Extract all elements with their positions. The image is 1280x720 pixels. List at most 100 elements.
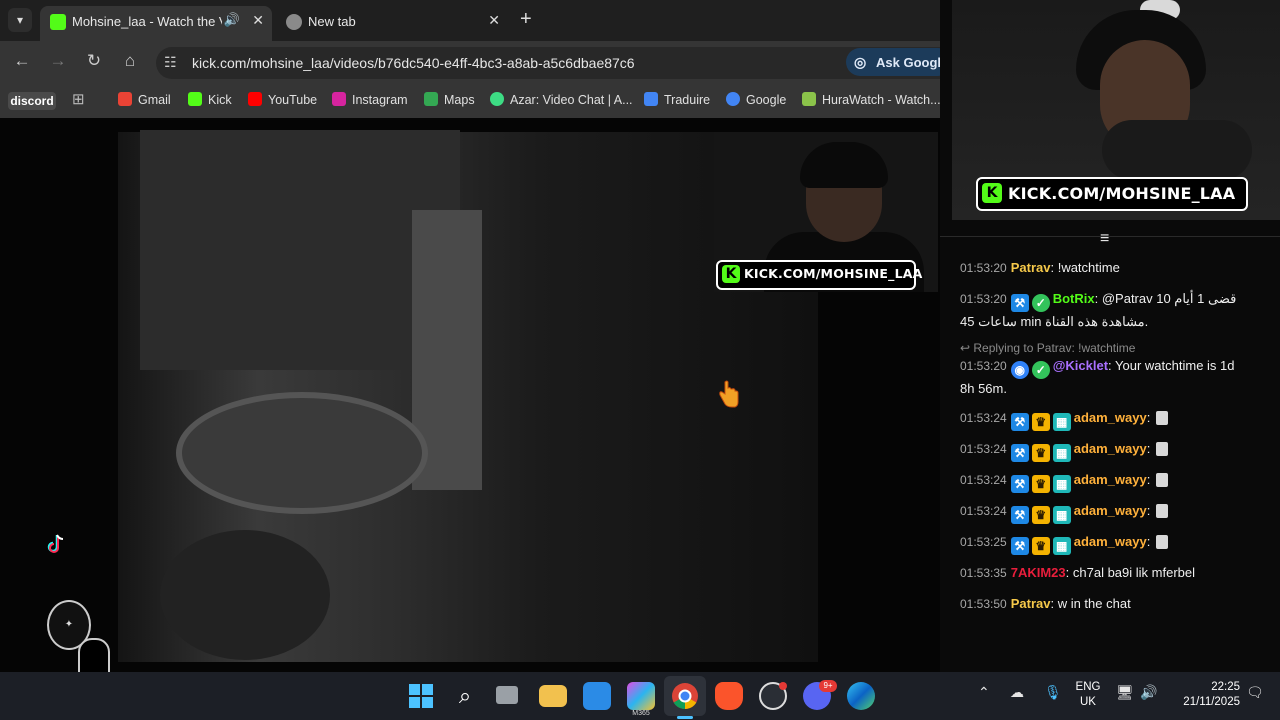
network-icon[interactable]: 🖥 [1116, 684, 1134, 701]
clock-date: 21/11/2025 [1183, 696, 1240, 708]
notifications-icon[interactable]: 🗨 [1246, 684, 1264, 701]
kick-favicon-icon [50, 14, 66, 30]
hurawatch-icon [802, 92, 816, 106]
crown-badge-icon: ♛ [1031, 537, 1050, 555]
bookmark-azar[interactable]: Azar: Video Chat | A... [490, 92, 633, 107]
bookmark-instagram[interactable]: Instagram [332, 92, 408, 107]
apps-grid-icon[interactable]: ⊞ [72, 90, 85, 108]
clock-time: 22:25 [1211, 681, 1240, 693]
chat-message: 01:53:20 ⚒ ✓ BotRix: @Patrav 10 قضى 1 أيام … [960, 291, 1237, 329]
bookmark-gmail[interactable]: Gmail [118, 92, 171, 107]
speaker-icon[interactable]: 🔊 [224, 12, 240, 28]
bookmark-kick[interactable]: Kick [188, 92, 232, 107]
input-language[interactable]: ENG UK [1072, 680, 1104, 710]
tab-title: New tab [308, 14, 356, 29]
reply-context: ↩ Replying to Patrav: !watchtime [960, 341, 1136, 355]
subscriber-badge-icon: ▦ [1052, 444, 1071, 462]
bookmark-google[interactable]: Google [726, 92, 786, 107]
tab-search-button[interactable]: ▾ [8, 8, 32, 32]
task-view-icon[interactable] [496, 686, 518, 704]
emote-icon [1155, 535, 1168, 549]
kick-url-text: KICK.COM/MOHSINE_LAA [1008, 184, 1236, 203]
tab-bar: ▾ Mohsine_laa - Watch the VOD 🔊 ✕ New ta… [0, 0, 952, 41]
chrome-icon[interactable] [671, 682, 699, 710]
file-explorer-icon[interactable] [539, 685, 567, 707]
tab-close-icon[interactable]: ✕ [488, 12, 500, 29]
chat-username[interactable]: @Kicklet [1053, 358, 1108, 373]
chrome-favicon-icon [286, 14, 302, 30]
new-tab-button[interactable]: + [520, 8, 532, 31]
m365-icon[interactable]: M365 [627, 682, 655, 717]
maps-icon [424, 92, 438, 106]
chat-username[interactable]: Patrav [1011, 260, 1051, 275]
active-app-indicator [677, 716, 693, 719]
show-hidden-icons[interactable]: ⌃ [978, 684, 990, 701]
home-icon[interactable]: ⌂ [118, 51, 142, 71]
forward-icon[interactable]: → [46, 51, 70, 71]
streamer-arm [1102, 120, 1252, 180]
chat-username[interactable]: BotRix [1053, 291, 1095, 306]
moderator-badge-icon: ⚒ [1010, 475, 1029, 493]
cloud-icon[interactable]: ☁ [1010, 684, 1024, 701]
streamer-hair [800, 142, 888, 188]
moderator-badge-icon: ⚒ [1010, 413, 1029, 431]
reload-icon[interactable]: ↻ [82, 51, 106, 71]
lens-icon: ◎ [854, 54, 867, 70]
bookmark-traduire[interactable]: Traduire [644, 92, 710, 107]
ask-google-button[interactable]: ◎ Ask Google [846, 48, 952, 76]
chat-username[interactable]: adam_wayy [1074, 410, 1147, 425]
moderator-badge-icon: ⚒ [1010, 444, 1029, 462]
system-clock[interactable]: 22:25 21/11/2025 [1168, 680, 1240, 710]
lang-code: ENG [1075, 681, 1101, 693]
chat-message: 01:53:24 ⚒ ♛ ▦ adam_wayy: [960, 439, 1260, 462]
windows-start-icon[interactable] [407, 682, 435, 710]
crown-badge-icon: ♛ [1031, 444, 1050, 462]
address-bar[interactable]: ☷ kick.com/mohsine_laa/videos/b76dc540-e… [156, 47, 956, 79]
bookmark-maps[interactable]: Maps [424, 92, 475, 107]
kick-icon [188, 92, 202, 106]
microphone-icon[interactable]: 🎙 [1044, 684, 1062, 701]
subscriber-badge-icon: ▦ [1052, 537, 1071, 555]
tab-new-tab[interactable]: New tab ✕ [276, 6, 508, 41]
verified-badge-icon: ✓ [1031, 294, 1050, 312]
back-icon[interactable]: ← [10, 51, 34, 71]
ask-google-label: Ask Google [876, 55, 949, 70]
chat-message: 01:53:20 ◉ ✓ @Kicklet: Your watchtime is 1d… [960, 358, 1235, 396]
tab-close-icon[interactable]: ✕ [252, 12, 264, 29]
emote-icon [1155, 411, 1168, 425]
chat-username[interactable]: adam_wayy [1074, 441, 1147, 456]
chat-username[interactable]: 7AKIM23 [1011, 565, 1066, 580]
site-info-icon[interactable]: ☷ [164, 54, 177, 71]
kick-logo-icon: K [982, 183, 1002, 203]
instagram-icon [332, 92, 346, 106]
chat-username[interactable]: Patrav [1011, 596, 1051, 611]
chat-username[interactable]: adam_wayy [1074, 472, 1147, 487]
gmail-icon [118, 92, 132, 106]
bookmarks-bar: discord ⊞ Gmail Kick YouTube Instagram M… [0, 84, 952, 118]
chat-username[interactable]: adam_wayy [1074, 534, 1147, 549]
video-frame-sink [176, 392, 428, 514]
volume-icon[interactable]: 🔊 [1140, 684, 1157, 701]
emote-icon [1155, 504, 1168, 518]
bookmark-discord[interactable]: discord [8, 92, 56, 110]
bookmark-youtube[interactable]: YouTube [248, 92, 317, 107]
brave-icon[interactable] [715, 682, 743, 710]
chat-menu-icon[interactable]: ≡ [1100, 230, 1109, 248]
chat-message: 01:53:24 ⚒ ♛ ▦ adam_wayy: [960, 408, 1260, 431]
moderator-badge-icon: ⚒ [1010, 537, 1029, 555]
youtube-icon [248, 92, 262, 106]
chat-divider [940, 236, 1280, 249]
kick-url-text: KICK.COM/MOHSINE_LAA [744, 266, 923, 281]
search-icon[interactable]: ⌕ [451, 682, 479, 710]
toolbar: ← → ↻ ⌂ ☷ kick.com/mohsine_laa/videos/b7… [0, 41, 956, 84]
discord-badge: 9+ [819, 680, 837, 692]
bookmark-hurawatch[interactable]: HuraWatch - Watch... [802, 92, 941, 107]
edge-icon[interactable] [847, 682, 875, 710]
chat-message: 01:53:24 ⚒ ♛ ▦ adam_wayy: [960, 501, 1260, 524]
microsoft-store-icon[interactable] [583, 682, 611, 710]
subscriber-badge-icon: ▦ [1052, 506, 1071, 524]
tab-kick-vod[interactable]: Mohsine_laa - Watch the VOD 🔊 ✕ [40, 6, 272, 41]
translate-icon [644, 92, 658, 106]
chat-username[interactable]: adam_wayy [1074, 503, 1147, 518]
bot-badge-icon: ◉ [1010, 361, 1029, 379]
